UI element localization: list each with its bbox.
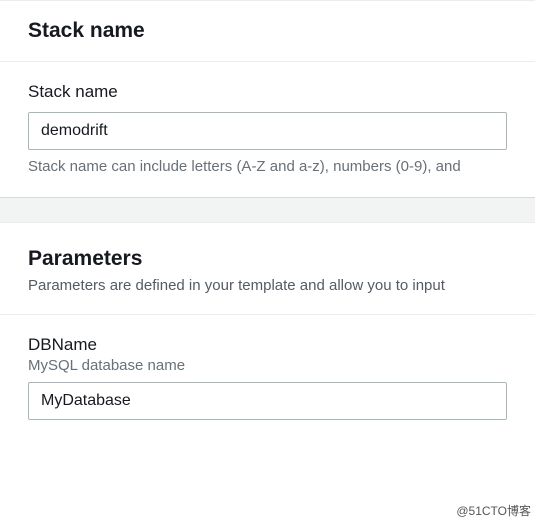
stack-name-section-body: Stack name Stack name can include letter… xyxy=(0,62,535,197)
parameters-heading: Parameters xyxy=(28,247,507,271)
stack-name-section-header: Stack name xyxy=(0,0,535,62)
dbname-input[interactable] xyxy=(28,382,507,420)
parameters-section-body: DBName MySQL database name xyxy=(0,315,535,442)
stack-name-input[interactable] xyxy=(28,112,507,150)
stack-name-heading: Stack name xyxy=(28,19,507,43)
dbname-label: DBName xyxy=(28,335,507,355)
parameters-section-header: Parameters Parameters are defined in you… xyxy=(0,223,535,315)
stack-name-hint: Stack name can include letters (A-Z and … xyxy=(28,158,507,175)
section-divider xyxy=(0,197,535,223)
watermark-text: @51CTO博客 xyxy=(456,502,531,519)
stack-name-field-label: Stack name xyxy=(28,82,507,102)
parameters-description: Parameters are defined in your template … xyxy=(28,277,507,294)
dbname-sub-label: MySQL database name xyxy=(28,357,507,374)
